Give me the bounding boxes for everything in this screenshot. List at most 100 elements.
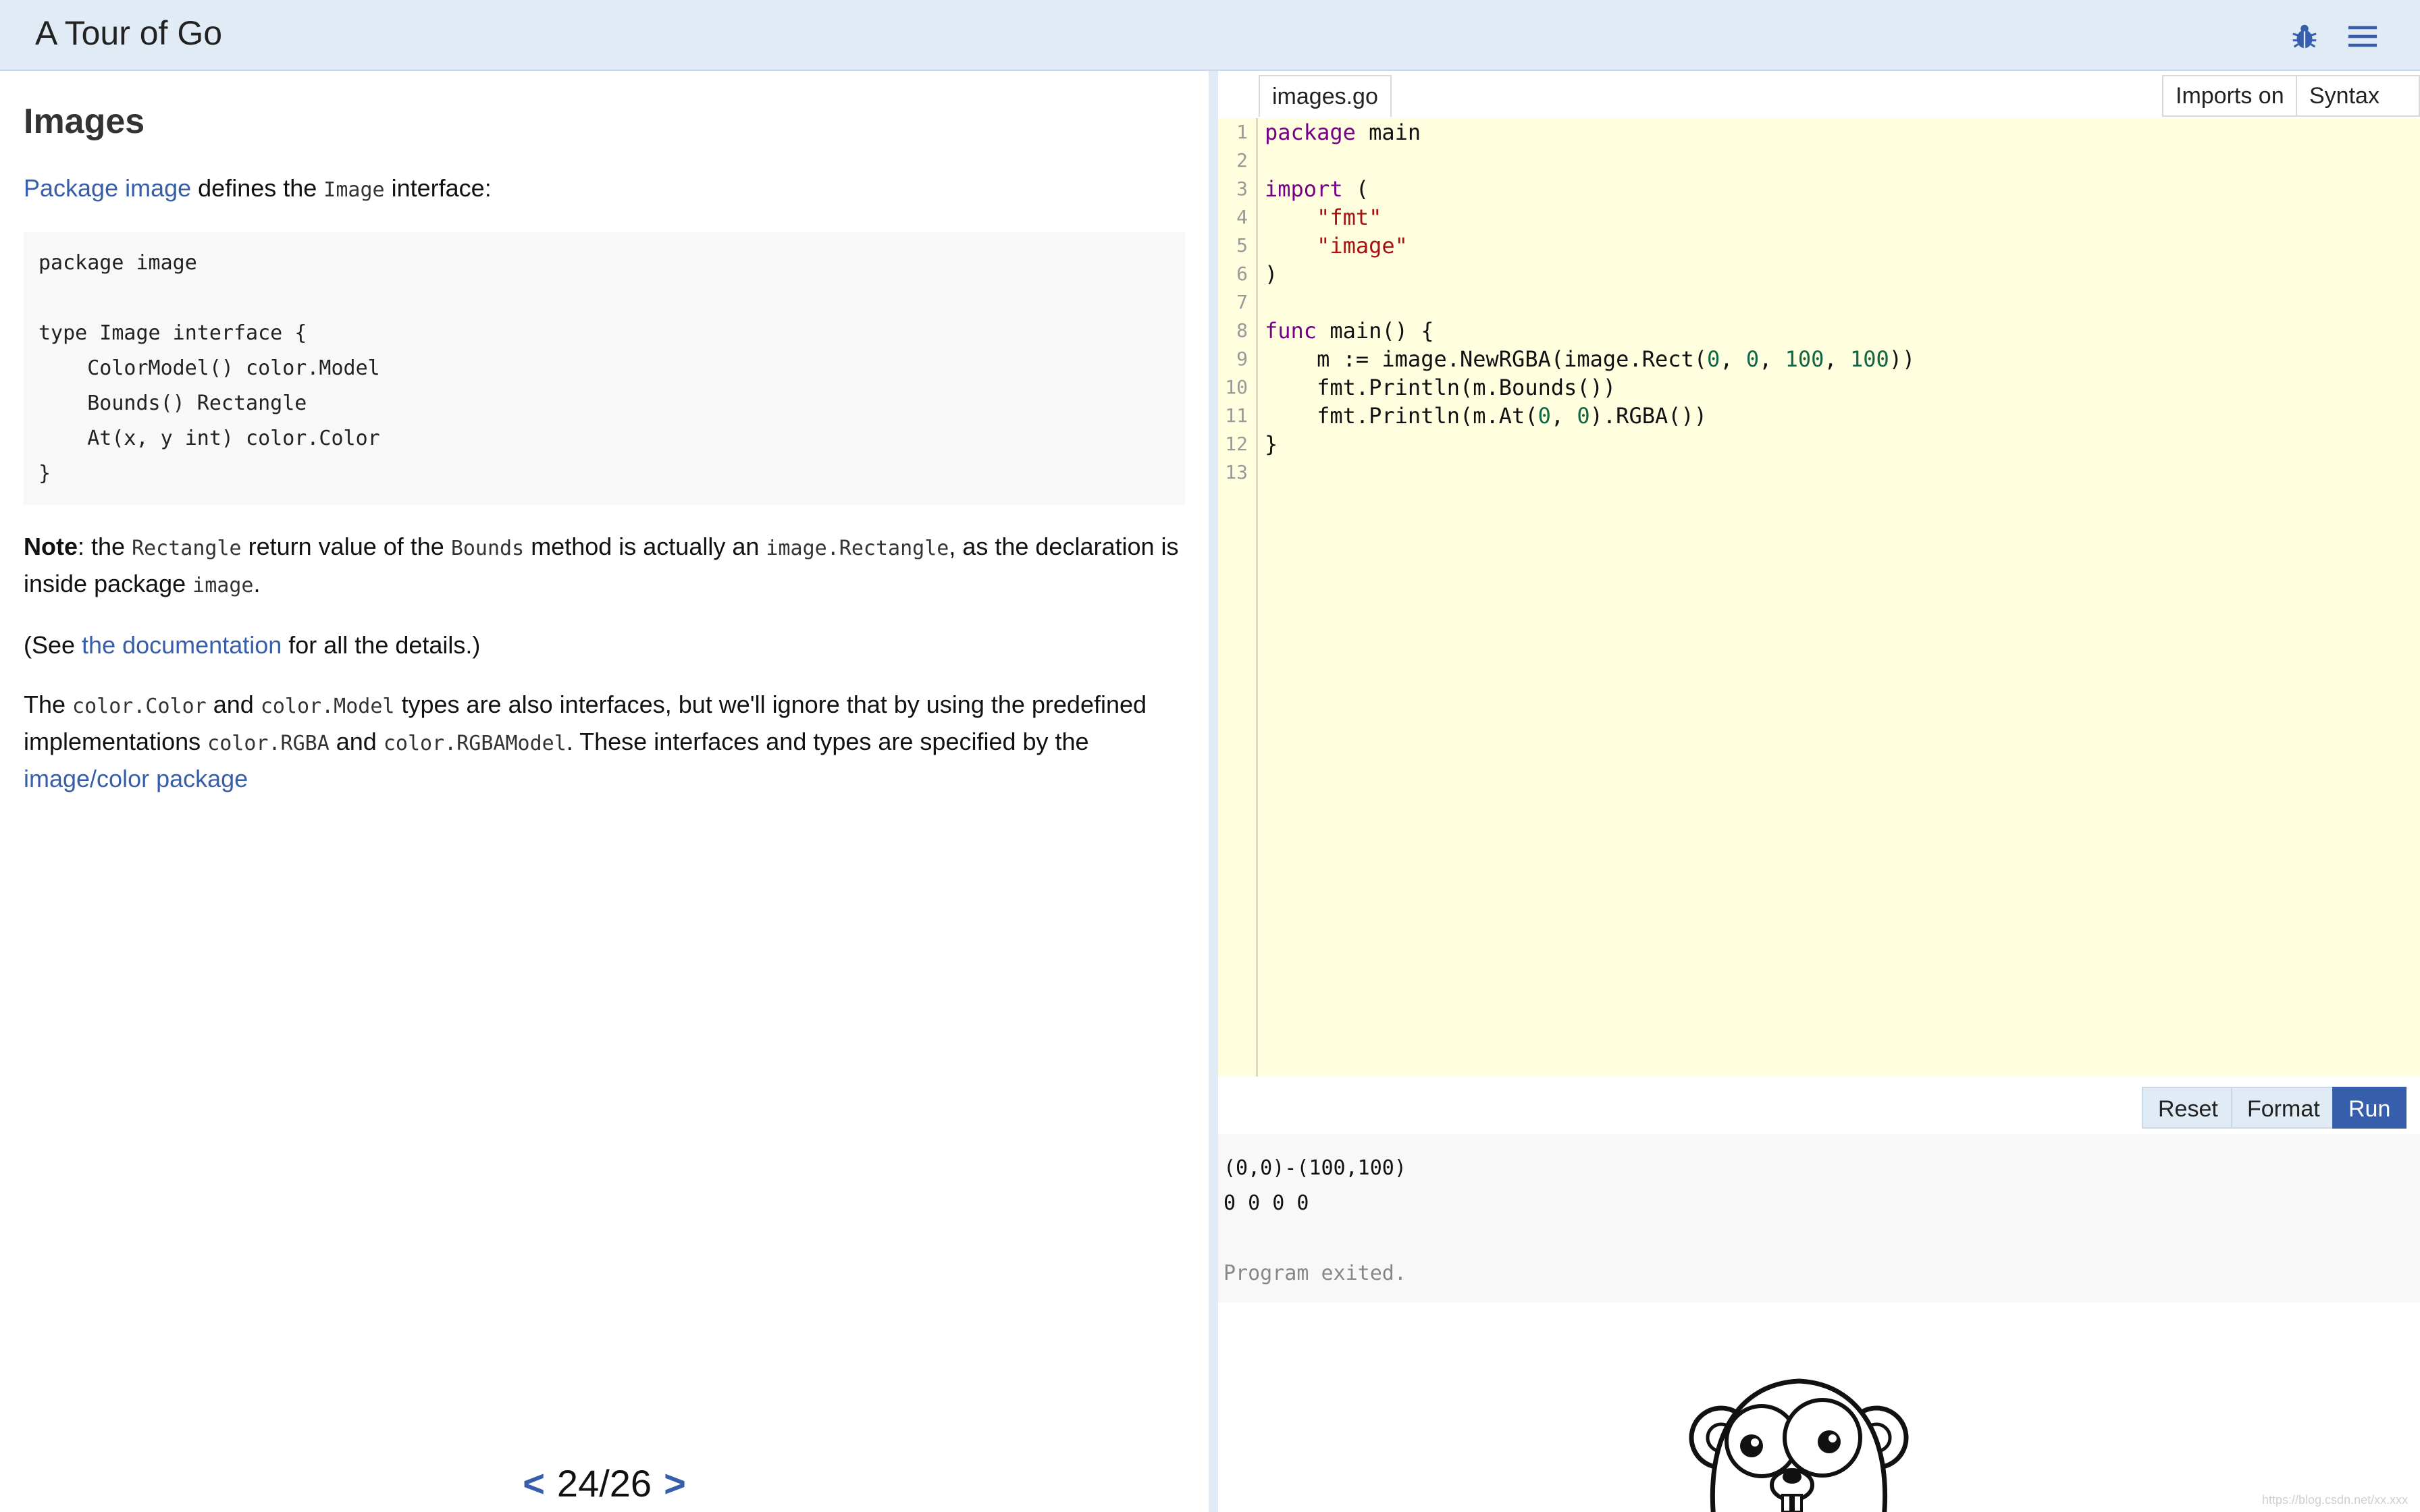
line-number: 7 <box>1236 291 1248 313</box>
inline-code: Image <box>323 178 385 202</box>
line-number: 12 <box>1225 433 1248 455</box>
lesson-heading: Images <box>24 102 145 141</box>
code-line[interactable]: "image" <box>1265 232 1408 260</box>
inline-code: color.RGBA <box>207 732 330 755</box>
watermark: https://blog.csdn.net/xx.xxx <box>2262 1493 2409 1507</box>
code-line[interactable]: ) <box>1265 260 1278 288</box>
line-number: 4 <box>1236 206 1248 228</box>
code-token: main <box>1355 119 1421 145</box>
lesson-content: Images Package image defines the Image i… <box>24 91 1185 821</box>
text: return value of the <box>241 533 451 560</box>
output-line: (0,0)-(100,100) <box>1224 1156 1406 1180</box>
line-number: 1 <box>1236 121 1248 143</box>
code-line[interactable]: import ( <box>1265 175 1369 203</box>
keyword: package <box>1265 119 1356 145</box>
code-line[interactable]: m := image.NewRGBA(image.Rect(0, 0, 100,… <box>1265 345 1915 373</box>
inline-code: color.Color <box>72 695 207 718</box>
program-output: (0,0)-(100,100) 0 0 0 0 Program exited. <box>1218 1134 2420 1303</box>
pane-divider[interactable] <box>1209 71 1218 1512</box>
number-literal: 0 <box>1745 346 1760 372</box>
text: (See <box>24 631 82 659</box>
lesson-pane: Images Package image defines the Image i… <box>0 71 1209 1512</box>
code-line[interactable]: } <box>1265 430 1278 458</box>
text: and <box>329 728 384 755</box>
number-literal: 100 <box>1785 346 1824 372</box>
line-number: 3 <box>1236 178 1248 200</box>
note-paragraph: Note: the Rectangle return value of the … <box>24 529 1185 603</box>
imports-toggle-button[interactable]: Imports on <box>2162 75 2298 117</box>
code-token: , <box>1759 346 1785 372</box>
line-number: 5 <box>1236 234 1248 256</box>
gopher-mascot-icon <box>1689 1378 1909 1512</box>
line-number: 13 <box>1225 461 1248 483</box>
code-line[interactable]: fmt.Println(m.Bounds()) <box>1265 373 1616 402</box>
note-label: Note <box>24 533 78 560</box>
code-token: , <box>1720 346 1746 372</box>
code-token: ).RGBA()) <box>1589 403 1708 429</box>
pager: <24/26 > <box>0 1461 1209 1505</box>
see-paragraph: (See the documentation for all the detai… <box>24 628 1185 663</box>
inline-code: Rectangle <box>132 537 242 560</box>
line-number: 2 <box>1236 149 1248 171</box>
code-token: ( <box>1342 176 1369 202</box>
code-line[interactable]: package main <box>1265 118 1421 146</box>
file-tab-images-go[interactable]: images.go <box>1259 75 1392 117</box>
number-literal: 0 <box>1707 346 1720 372</box>
line-number: 10 <box>1225 376 1248 398</box>
types-paragraph: The color.Color and color.Model types ar… <box>24 687 1185 796</box>
inline-code: color.RGBAModel <box>383 732 567 755</box>
next-page-button[interactable]: > <box>664 1462 686 1505</box>
text: method is actually an <box>524 533 766 560</box>
code-editor[interactable]: 1 2 3 4 5 6 7 8 9 10 11 12 13 package ma… <box>1218 118 2420 1077</box>
inline-code: Bounds <box>450 537 525 560</box>
format-button[interactable]: Format <box>2231 1087 2336 1129</box>
documentation-link[interactable]: the documentation <box>82 631 282 659</box>
bug-icon[interactable] <box>2285 17 2324 56</box>
top-bar: A Tour of Go <box>0 0 2420 71</box>
string-literal: "image" <box>1317 233 1408 259</box>
text: defines the <box>191 174 324 202</box>
string-literal: "fmt" <box>1317 205 1382 230</box>
page-indicator: 24/26 <box>556 1462 652 1505</box>
editor-tab-bar: images.go Imports on Syntax on <box>1218 71 2420 148</box>
line-number: 9 <box>1236 348 1248 370</box>
line-number-gutter: 1 2 3 4 5 6 7 8 9 10 11 12 13 <box>1218 118 1258 1077</box>
keyword: import <box>1265 176 1343 202</box>
image-color-package-link[interactable]: image/color package <box>24 765 248 792</box>
code-token: fmt.Println(m.At( <box>1265 403 1538 429</box>
line-number: 8 <box>1236 319 1248 342</box>
package-image-link[interactable]: Package image <box>24 174 191 202</box>
text: for all the details.) <box>282 631 481 659</box>
prev-page-button[interactable]: < <box>523 1462 545 1505</box>
app-title[interactable]: A Tour of Go <box>35 14 222 53</box>
code-line[interactable]: func main() { <box>1265 317 1433 345</box>
gopher-area <box>1218 1303 2420 1512</box>
syntax-toggle-button[interactable]: Syntax on <box>2296 75 2420 148</box>
line-number: 11 <box>1225 404 1248 427</box>
text: : the <box>78 533 132 560</box>
number-literal: 100 <box>1849 346 1889 372</box>
text: and <box>206 691 261 718</box>
code-line[interactable]: fmt.Println(m.At(0, 0).RGBA()) <box>1265 402 1707 430</box>
hamburger-menu-icon[interactable] <box>2343 17 2382 56</box>
code-token: , <box>1550 403 1577 429</box>
text: The <box>24 691 73 718</box>
lesson-intro: Package image defines the Image interfac… <box>24 171 1185 208</box>
code-token: m := image.NewRGBA(image.Rect( <box>1265 346 1708 372</box>
text: . These interfaces and types are specifi… <box>566 728 1089 755</box>
output-line: 0 0 0 0 <box>1224 1191 1309 1215</box>
inline-code: image.Rectangle <box>766 537 949 560</box>
line-number: 6 <box>1236 263 1248 285</box>
reset-button[interactable]: Reset <box>2142 1087 2234 1129</box>
program-exited-message: Program exited. <box>1224 1262 1406 1285</box>
run-controls: Reset Format Run <box>1218 1083 2420 1131</box>
inline-code: image <box>192 574 254 597</box>
run-button[interactable]: Run <box>2332 1087 2407 1129</box>
keyword: func <box>1265 318 1317 344</box>
code-line[interactable]: "fmt" <box>1265 203 1382 232</box>
interface-code-block: package image type Image interface { Col… <box>24 232 1185 505</box>
code-token: main() { <box>1317 318 1434 344</box>
text: . <box>253 570 261 597</box>
editor-panel: images.go Imports on Syntax on 1 2 3 4 5… <box>1218 71 2420 1077</box>
number-literal: 0 <box>1577 403 1590 429</box>
